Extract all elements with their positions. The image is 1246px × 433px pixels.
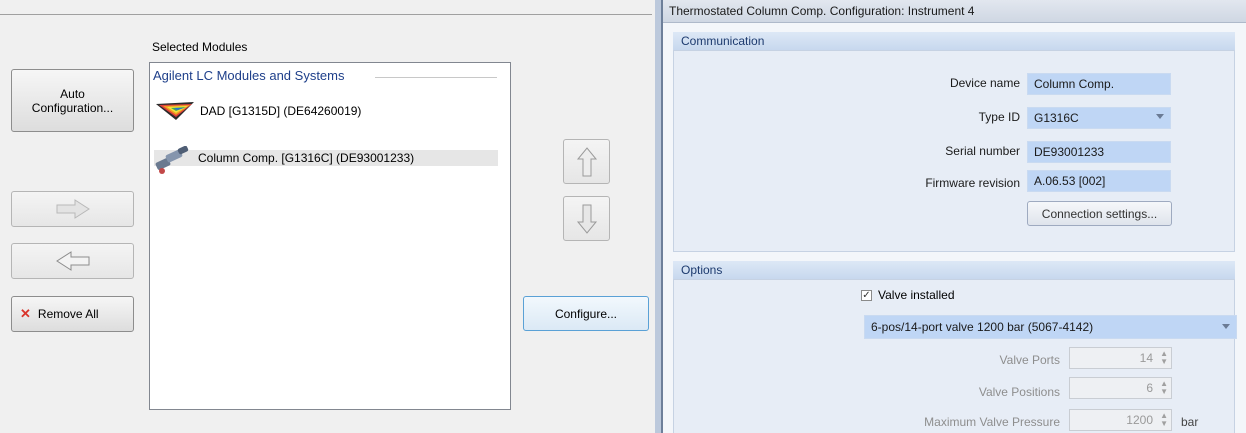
valve-installed-checkbox[interactable]: ✓ — [861, 289, 872, 301]
remove-x-icon: ✕ — [20, 306, 31, 321]
max-valve-pressure-stepper[interactable]: 1200 ▲ ▼ — [1069, 409, 1172, 431]
move-down-button[interactable] — [563, 196, 610, 241]
communication-header: Communication — [673, 32, 1235, 50]
list-item[interactable]: Column Comp. [G1316C] (DE93001233) — [154, 146, 498, 174]
valve-installed-label: Valve installed — [878, 288, 955, 302]
list-item[interactable]: DAD [G1315D] (DE64260019) — [154, 99, 498, 123]
spinner-arrows-icon[interactable]: ▲ ▼ — [1160, 350, 1168, 366]
remove-all-button[interactable]: ✕ Remove All — [11, 296, 134, 332]
firmware-revision-field[interactable]: A.06.53 [002] — [1027, 170, 1171, 192]
type-id-value: G1316C — [1034, 111, 1079, 125]
connection-settings-button[interactable]: Connection settings... — [1027, 201, 1172, 226]
valve-ports-stepper[interactable]: 14 ▲ ▼ — [1069, 347, 1172, 369]
valve-positions-label: Valve Positions — [978, 385, 1060, 399]
top-divider — [0, 14, 652, 15]
arrow-down-icon — [576, 204, 597, 234]
valve-ports-label: Valve Ports — [999, 353, 1060, 367]
arrow-left-icon — [55, 251, 89, 271]
panel-titlebar[interactable]: Thermostated Column Comp. Configuration:… — [663, 0, 1246, 23]
chevron-down-icon[interactable] — [1222, 324, 1230, 329]
auto-configuration-button[interactable]: Auto Configuration... — [11, 69, 134, 132]
valve-type-value: 6-pos/14-port valve 1200 bar (5067-4142) — [871, 320, 1094, 334]
valve-positions-value: 6 — [1146, 381, 1153, 395]
arrow-up-icon — [576, 146, 597, 176]
device-name-field[interactable]: Column Comp. — [1027, 73, 1171, 95]
options-header-label: Options — [681, 263, 723, 277]
pressure-unit: bar — [1181, 415, 1199, 429]
column-comp-icon — [155, 146, 189, 174]
remove-module-button[interactable] — [11, 243, 134, 279]
valve-ports-value: 14 — [1139, 351, 1153, 365]
remove-all-label: Remove All — [37, 307, 99, 321]
firmware-revision-label: Firmware revision — [925, 176, 1020, 190]
options-header: Options — [673, 261, 1235, 279]
serial-number-field[interactable]: DE93001233 — [1027, 141, 1171, 163]
spinner-arrows-icon[interactable]: ▲ ▼ — [1160, 412, 1168, 428]
configure-button[interactable]: Configure... — [523, 296, 649, 331]
max-valve-pressure-label: Maximum Valve Pressure — [924, 415, 1060, 429]
valve-type-select[interactable]: 6-pos/14-port valve 1200 bar (5067-4142) — [864, 315, 1237, 339]
device-name-label: Device name — [949, 76, 1020, 90]
module-label: Column Comp. [G1316C] (DE93001233) — [198, 151, 415, 165]
module-group-header: Agilent LC Modules and Systems — [153, 68, 497, 86]
serial-number-label: Serial number — [945, 144, 1020, 158]
type-id-select[interactable]: G1316C — [1027, 107, 1171, 129]
selected-modules-list[interactable]: Agilent LC Modules and Systems DAD [G131… — [149, 62, 511, 410]
add-module-button[interactable] — [11, 191, 134, 227]
group-title: Agilent LC Modules and Systems — [153, 68, 345, 83]
arrow-right-icon — [56, 199, 90, 219]
module-label: DAD [G1315D] (DE64260019) — [200, 104, 362, 118]
communication-header-label: Communication — [681, 34, 765, 48]
selected-modules-label: Selected Modules — [152, 40, 248, 54]
group-rule — [375, 77, 497, 78]
chevron-down-icon[interactable] — [1156, 114, 1164, 119]
max-valve-pressure-value: 1200 — [1126, 413, 1153, 427]
panel-title: Thermostated Column Comp. Configuration:… — [669, 4, 975, 18]
dad-prism-icon — [156, 102, 194, 120]
valve-installed-row[interactable]: ✓ Valve installed — [861, 288, 955, 302]
valve-positions-stepper[interactable]: 6 ▲ ▼ — [1069, 377, 1172, 399]
spinner-arrows-icon[interactable]: ▲ ▼ — [1160, 380, 1168, 396]
move-up-button[interactable] — [563, 139, 610, 184]
type-id-label: Type ID — [978, 110, 1020, 124]
